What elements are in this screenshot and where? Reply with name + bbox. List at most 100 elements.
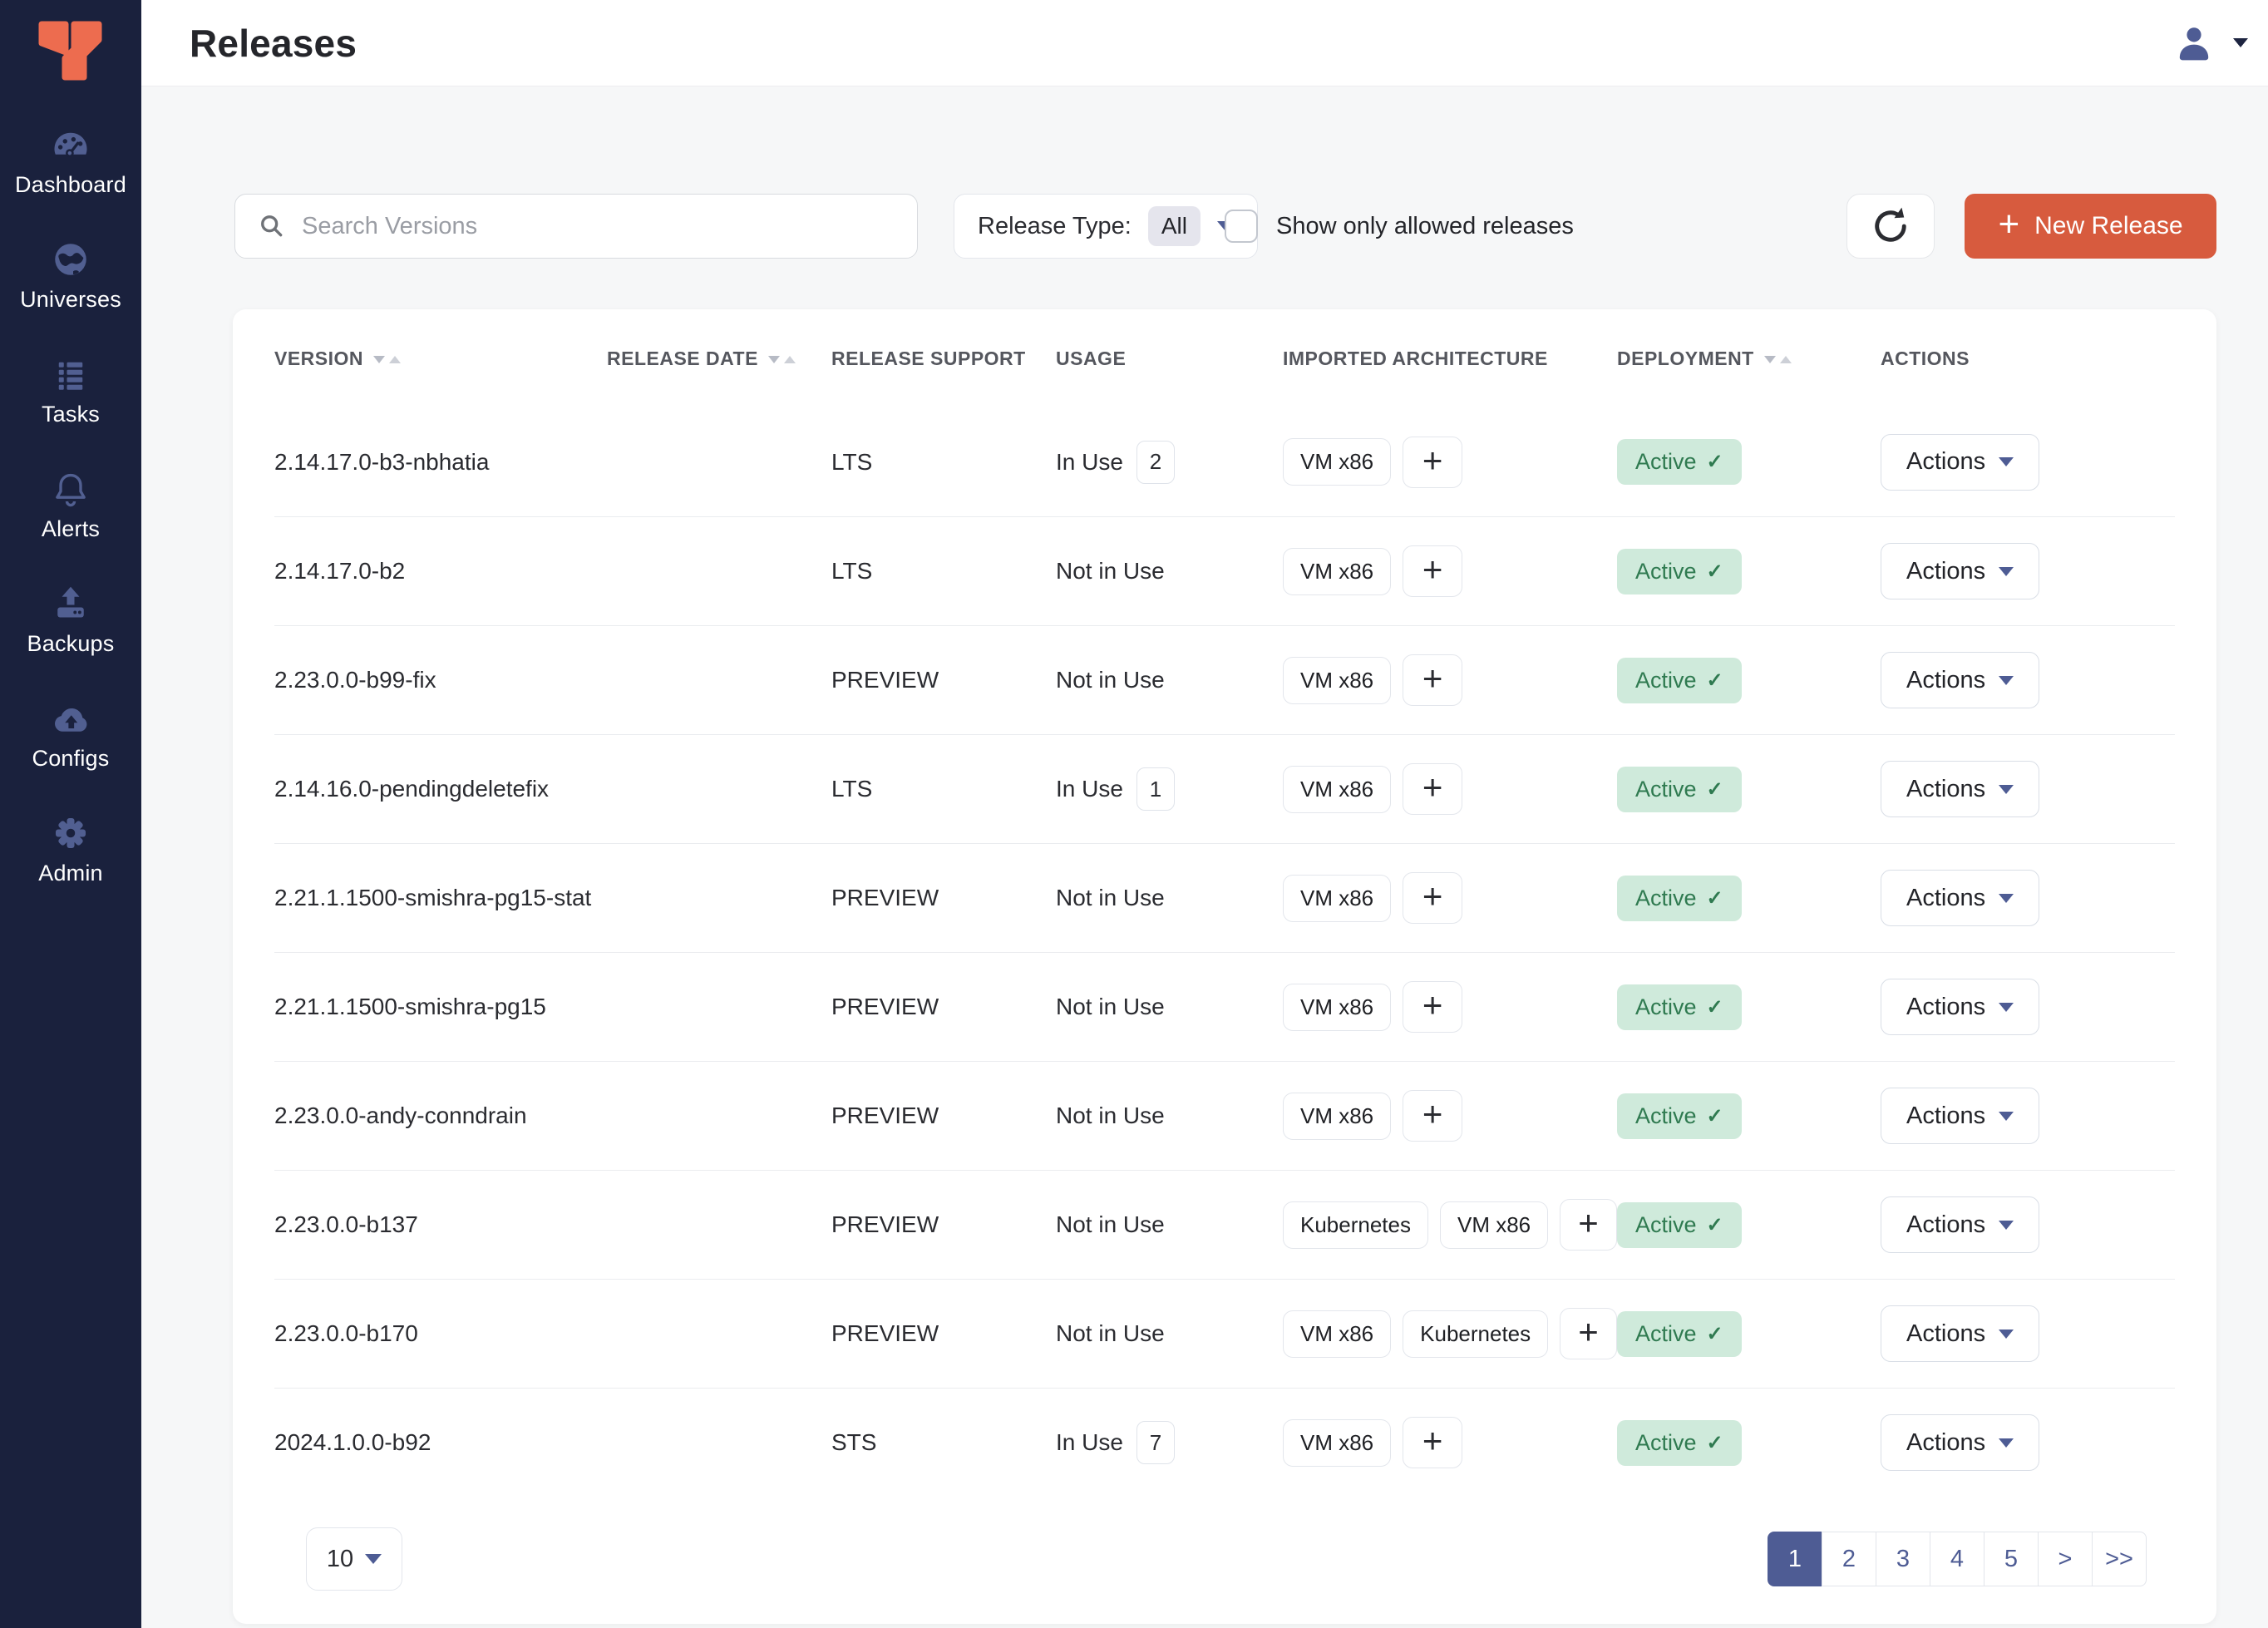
deployment-status-label: Active — [1635, 994, 1697, 1020]
add-architecture-button[interactable]: + — [1403, 1417, 1462, 1468]
usage-label: Not in Use — [1056, 1211, 1165, 1238]
column-header-release-date[interactable]: RELEASE DATE — [607, 348, 831, 370]
column-header-version[interactable]: VERSION — [274, 348, 607, 370]
show-allowed-checkbox[interactable] — [1225, 210, 1258, 243]
actions-button[interactable]: Actions — [1881, 870, 2039, 926]
version-cell: 2.23.0.0-b137 — [274, 1211, 607, 1238]
sidebar-item-dashboard[interactable]: Dashboard — [0, 125, 141, 198]
actions-button[interactable]: Actions — [1881, 1196, 2039, 1253]
search-input[interactable] — [302, 213, 895, 240]
task-list-icon — [51, 354, 91, 394]
sidebar-item-tasks[interactable]: Tasks — [0, 354, 141, 427]
usage-label: Not in Use — [1056, 558, 1165, 585]
column-header-label: RELEASE SUPPORT — [831, 348, 1026, 370]
actions-button[interactable]: Actions — [1881, 1414, 2039, 1471]
actions-button[interactable]: Actions — [1881, 1305, 2039, 1362]
page-button-3[interactable]: 3 — [1876, 1532, 1930, 1586]
caret-down-icon — [1999, 1438, 2014, 1448]
add-architecture-button[interactable]: + — [1403, 437, 1462, 488]
sidebar-item-alerts[interactable]: Alerts — [0, 469, 141, 542]
sidebar-item-universes[interactable]: Universes — [0, 239, 141, 313]
page-button-5[interactable]: 5 — [1984, 1532, 2039, 1586]
page-size-select[interactable]: 10 — [306, 1527, 402, 1591]
actions-button-label: Actions — [1906, 667, 1985, 694]
column-header-release-support: RELEASE SUPPORT — [831, 348, 1056, 370]
caret-down-icon — [1999, 785, 2014, 794]
sidebar-item-backups[interactable]: Backups — [0, 584, 141, 657]
new-release-button[interactable]: + New Release — [1965, 194, 2216, 259]
architecture-chip: VM x86 — [1283, 1419, 1391, 1467]
actions-button-label: Actions — [1906, 885, 1985, 912]
actions-button-label: Actions — [1906, 1429, 1985, 1457]
sidebar-item-admin[interactable]: Admin — [0, 813, 141, 886]
search-icon — [257, 211, 287, 241]
check-icon: ✓ — [1707, 886, 1723, 910]
actions-cell: Actions — [1881, 979, 2150, 1035]
actions-cell: Actions — [1881, 543, 2150, 599]
gear-icon — [51, 813, 91, 853]
add-architecture-button[interactable]: + — [1403, 1090, 1462, 1142]
sidebar-item-label: Admin — [38, 861, 103, 886]
user-menu[interactable] — [2173, 22, 2248, 64]
next-page-button[interactable]: > — [2038, 1532, 2093, 1586]
check-icon: ✓ — [1707, 1322, 1723, 1346]
deployment-status-label: Active — [1635, 886, 1697, 911]
caret-down-icon — [1999, 894, 2014, 903]
release-type-filter[interactable]: Release Type: All — [954, 194, 1258, 259]
actions-button[interactable]: Actions — [1881, 979, 2039, 1035]
deployment-status-badge: Active✓ — [1617, 549, 1742, 594]
release-support-cell: PREVIEW — [831, 1211, 1056, 1238]
actions-button[interactable]: Actions — [1881, 434, 2039, 491]
deployment-status-label: Active — [1635, 559, 1697, 585]
table-row: 2.14.17.0-b2LTSNot in UseVM x86+Active✓A… — [274, 516, 2175, 625]
add-architecture-button[interactable]: + — [1403, 981, 1462, 1033]
architecture-chip: VM x86 — [1283, 548, 1391, 595]
table-row: 2.21.1.1500-smishra-pg15-statPREVIEWNot … — [274, 843, 2175, 952]
actions-button-label: Actions — [1906, 1320, 1985, 1348]
add-architecture-button[interactable]: + — [1403, 654, 1462, 706]
sidebar-item-configs[interactable]: Configs — [0, 698, 141, 772]
column-header-deployment[interactable]: DEPLOYMENT — [1617, 348, 1881, 370]
last-page-button[interactable]: >> — [2092, 1532, 2147, 1586]
actions-cell: Actions — [1881, 434, 2150, 491]
show-allowed-label: Show only allowed releases — [1276, 213, 1574, 240]
actions-button[interactable]: Actions — [1881, 652, 2039, 708]
refresh-button[interactable] — [1846, 194, 1935, 259]
actions-cell: Actions — [1881, 1305, 2150, 1362]
usage-cell: Not in Use — [1056, 1320, 1283, 1347]
add-architecture-button[interactable]: + — [1403, 872, 1462, 924]
architecture-chip: VM x86 — [1283, 766, 1391, 813]
column-header-actions: ACTIONS — [1881, 348, 2150, 370]
version-cell: 2024.1.0.0-b92 — [274, 1429, 607, 1456]
deployment-cell: Active✓ — [1617, 1093, 1881, 1139]
page-button-1[interactable]: 1 — [1768, 1532, 1822, 1586]
actions-button[interactable]: Actions — [1881, 1088, 2039, 1144]
sort-asc-icon — [1780, 356, 1792, 363]
add-architecture-button[interactable]: + — [1403, 545, 1462, 597]
actions-button-label: Actions — [1906, 776, 1985, 803]
deployment-status-label: Active — [1635, 1430, 1697, 1456]
page-button-2[interactable]: 2 — [1822, 1532, 1876, 1586]
add-architecture-button[interactable]: + — [1560, 1308, 1617, 1359]
globe-icon — [51, 239, 91, 279]
table-header-row: VERSIONRELEASE DATERELEASE SUPPORTUSAGEI… — [274, 309, 2175, 407]
table-row: 2.14.17.0-b3-nbhatiaLTSIn Use2VM x86+Act… — [274, 407, 2175, 516]
usage-label: Not in Use — [1056, 885, 1165, 911]
imported-architecture-cell: VM x86 + — [1283, 545, 1617, 597]
release-support-cell: PREVIEW — [831, 1320, 1056, 1347]
deployment-cell: Active✓ — [1617, 658, 1881, 703]
architecture-chip: VM x86 — [1283, 984, 1391, 1031]
deployment-status-badge: Active✓ — [1617, 658, 1742, 703]
add-architecture-button[interactable]: + — [1560, 1199, 1617, 1251]
deployment-cell: Active✓ — [1617, 549, 1881, 594]
check-icon: ✓ — [1707, 668, 1723, 693]
actions-cell: Actions — [1881, 870, 2150, 926]
yugabyte-logo[interactable] — [0, 0, 141, 86]
actions-button[interactable]: Actions — [1881, 761, 2039, 817]
sidebar-item-label: Alerts — [42, 516, 100, 542]
add-architecture-button[interactable]: + — [1403, 763, 1462, 815]
caret-down-icon — [365, 1554, 382, 1564]
usage-cell: Not in Use — [1056, 885, 1283, 911]
page-button-4[interactable]: 4 — [1930, 1532, 1984, 1586]
actions-button[interactable]: Actions — [1881, 543, 2039, 599]
